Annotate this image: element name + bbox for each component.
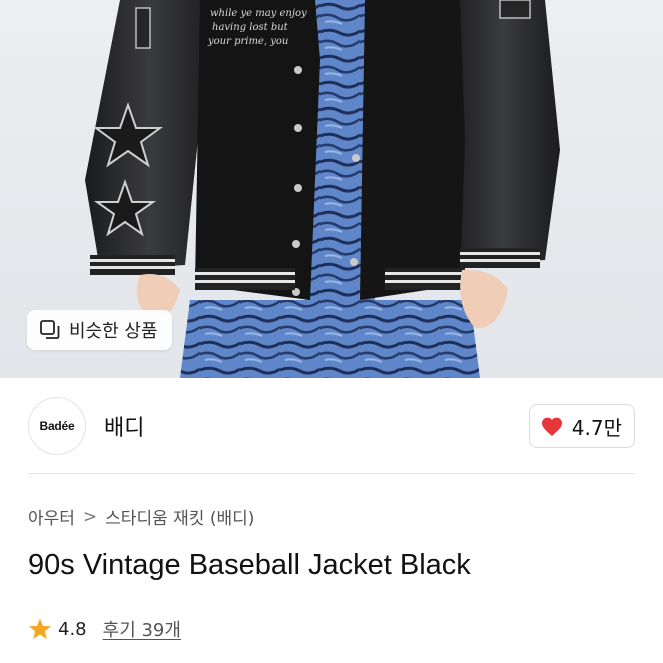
- breadcrumb-category[interactable]: 아우터: [28, 504, 75, 529]
- breadcrumb-subcategory[interactable]: 스타디움 재킷 (배디): [105, 504, 254, 529]
- like-count: 4.7만: [571, 415, 622, 440]
- breadcrumb: 아우터 > 스타디움 재킷 (배디): [28, 504, 254, 530]
- svg-text:your prime, you: your prime, you: [207, 36, 288, 47]
- svg-text:while ye may enjoy: while ye may enjoy: [210, 8, 307, 19]
- breadcrumb-separator: >: [82, 506, 98, 527]
- like-button[interactable]: 4.7만: [528, 404, 635, 448]
- svg-text:having lost but: having lost but: [212, 22, 289, 33]
- similar-items-label: 비슷한 상품: [69, 321, 158, 342]
- rating-score: 4.8: [58, 618, 87, 640]
- similar-items-button[interactable]: 비슷한 상품: [27, 310, 172, 350]
- rating-row: 4.8 후기 39개: [28, 616, 181, 642]
- product-image[interactable]: while ye may enjoy having lost but your …: [0, 0, 663, 378]
- star-icon: [29, 618, 51, 639]
- divider: [28, 473, 635, 474]
- brand-row: Badée 배디 4.7만: [28, 396, 635, 456]
- heart-icon: [541, 417, 562, 436]
- brand-name[interactable]: 배디: [104, 410, 144, 442]
- product-title: 90s Vintage Baseball Jacket Black: [28, 549, 471, 581]
- reviews-link[interactable]: 후기 39개: [103, 616, 181, 642]
- brand-logo-text: Badée: [39, 419, 75, 433]
- brand-logo[interactable]: Badée: [28, 397, 86, 455]
- similar-items-icon: [40, 320, 60, 339]
